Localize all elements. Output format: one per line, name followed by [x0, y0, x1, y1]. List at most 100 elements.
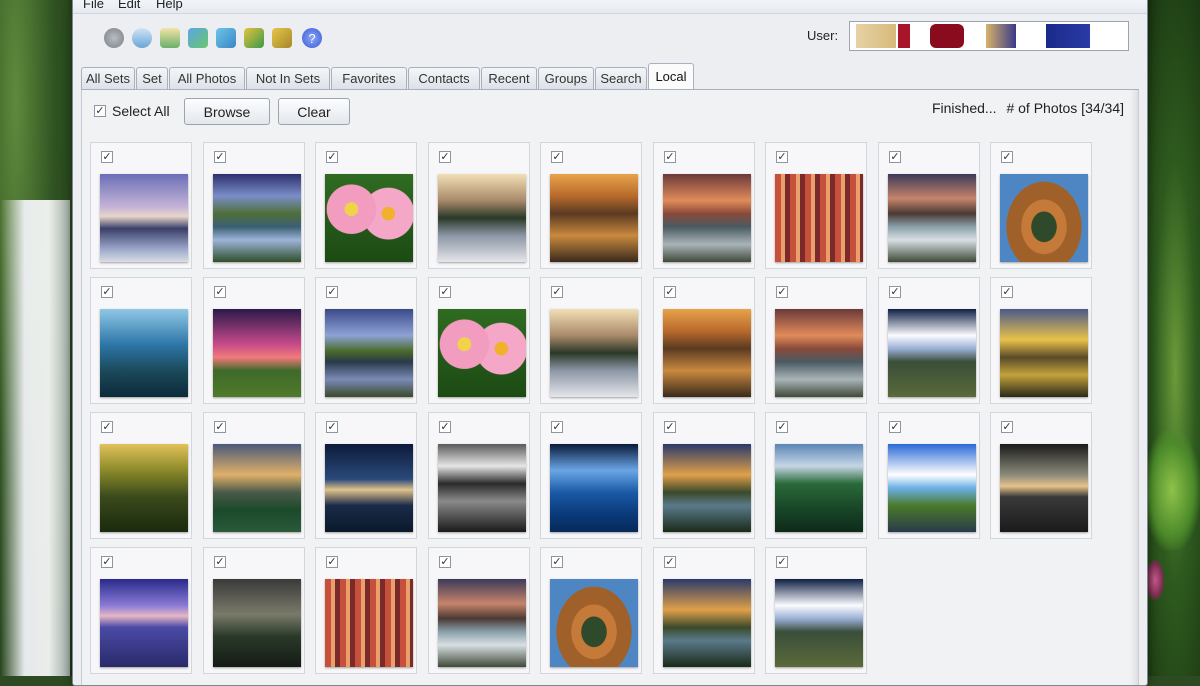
photo-tile[interactable]: ✓ — [765, 412, 867, 539]
photo-tile[interactable]: ✓ — [203, 412, 305, 539]
photo-checkbox[interactable]: ✓ — [326, 151, 338, 163]
photo-thumbnail[interactable] — [775, 174, 863, 262]
download-icon[interactable] — [216, 28, 236, 48]
photo-thumbnail[interactable] — [775, 579, 863, 667]
clear-button[interactable]: Clear — [278, 98, 350, 125]
photo-thumbnail[interactable] — [100, 579, 188, 667]
photo-tile[interactable]: ✓ — [990, 277, 1092, 404]
photo-thumbnail[interactable] — [1000, 174, 1088, 262]
photo-thumbnail[interactable] — [100, 444, 188, 532]
photo-thumbnail[interactable] — [888, 309, 976, 397]
photo-checkbox[interactable]: ✓ — [664, 286, 676, 298]
photo-checkbox[interactable]: ✓ — [776, 286, 788, 298]
photo-thumbnail[interactable] — [550, 309, 638, 397]
photo-checkbox[interactable]: ✓ — [664, 151, 676, 163]
tab-set[interactable]: Set — [136, 67, 168, 89]
photo-thumbnail[interactable] — [438, 174, 526, 262]
photo-checkbox[interactable]: ✓ — [664, 556, 676, 568]
tab-all-photos[interactable]: All Photos — [169, 67, 245, 89]
photo-tile[interactable]: ✓ — [315, 412, 417, 539]
photo-checkbox[interactable]: ✓ — [214, 421, 226, 433]
photo-thumbnail[interactable] — [888, 444, 976, 532]
photo-checkbox[interactable]: ✓ — [326, 556, 338, 568]
photo-tile[interactable]: ✓ — [878, 277, 980, 404]
photo-tile[interactable]: ✓ — [428, 277, 530, 404]
tab-contacts[interactable]: Contacts — [408, 67, 480, 89]
photo-tile[interactable]: ✓ — [765, 142, 867, 269]
photo-thumbnail[interactable] — [888, 174, 976, 262]
photo-thumbnail[interactable] — [213, 174, 301, 262]
photo-tile[interactable]: ✓ — [878, 142, 980, 269]
photo-thumbnail[interactable] — [550, 579, 638, 667]
photo-tile[interactable]: ✓ — [653, 277, 755, 404]
photo-checkbox[interactable]: ✓ — [776, 151, 788, 163]
photo-checkbox[interactable]: ✓ — [776, 556, 788, 568]
search-people-icon[interactable] — [132, 28, 152, 48]
photo-thumbnail[interactable] — [775, 309, 863, 397]
photo-checkbox[interactable]: ✓ — [776, 421, 788, 433]
menu-help[interactable]: Help — [156, 0, 183, 11]
photo-tile[interactable]: ✓ — [765, 547, 867, 674]
photo-tile[interactable]: ✓ — [540, 142, 642, 269]
photo-checkbox[interactable]: ✓ — [214, 151, 226, 163]
photo-checkbox[interactable]: ✓ — [101, 421, 113, 433]
photo-thumbnail[interactable] — [438, 579, 526, 667]
photo-tile[interactable]: ✓ — [90, 547, 192, 674]
photo-thumbnail[interactable] — [325, 174, 413, 262]
photo-tile[interactable]: ✓ — [203, 277, 305, 404]
photo-checkbox[interactable]: ✓ — [664, 421, 676, 433]
photo-checkbox[interactable]: ✓ — [1001, 286, 1013, 298]
menu-file[interactable]: File — [83, 0, 104, 11]
photo-thumbnail[interactable] — [438, 444, 526, 532]
photo-tile[interactable]: ✓ — [90, 142, 192, 269]
photo-thumbnail[interactable] — [100, 309, 188, 397]
photo-tile[interactable]: ✓ — [315, 142, 417, 269]
photo-tile[interactable]: ✓ — [428, 412, 530, 539]
photo-checkbox[interactable]: ✓ — [214, 286, 226, 298]
photo-checkbox[interactable]: ✓ — [214, 556, 226, 568]
photo-checkbox[interactable]: ✓ — [439, 421, 451, 433]
photo-checkbox[interactable]: ✓ — [439, 556, 451, 568]
photo-tile[interactable]: ✓ — [540, 412, 642, 539]
photo-tile[interactable]: ✓ — [428, 142, 530, 269]
photo-checkbox[interactable]: ✓ — [889, 151, 901, 163]
tab-recent[interactable]: Recent — [481, 67, 537, 89]
photo-checkbox[interactable]: ✓ — [101, 151, 113, 163]
photo-thumbnail[interactable] — [325, 309, 413, 397]
photo-checkbox[interactable]: ✓ — [1001, 421, 1013, 433]
photo-thumbnail[interactable] — [213, 309, 301, 397]
photo-tile[interactable]: ✓ — [653, 547, 755, 674]
photo-tile[interactable]: ✓ — [653, 142, 755, 269]
photo-thumbnail[interactable] — [100, 174, 188, 262]
tab-search[interactable]: Search — [595, 67, 647, 89]
photo-thumbnail[interactable] — [550, 444, 638, 532]
photo-checkbox[interactable]: ✓ — [551, 151, 563, 163]
photo-tile[interactable]: ✓ — [540, 277, 642, 404]
photo-tile[interactable]: ✓ — [878, 412, 980, 539]
help-icon[interactable]: ? — [302, 28, 322, 48]
photo-checkbox[interactable]: ✓ — [889, 286, 901, 298]
photo-tile[interactable]: ✓ — [540, 547, 642, 674]
photo-checkbox[interactable]: ✓ — [101, 556, 113, 568]
photo-checkbox[interactable]: ✓ — [551, 421, 563, 433]
photo-checkbox[interactable]: ✓ — [326, 286, 338, 298]
photo-tile[interactable]: ✓ — [203, 142, 305, 269]
photo-checkbox[interactable]: ✓ — [439, 286, 451, 298]
photo-thumbnail[interactable] — [663, 579, 751, 667]
photo-checkbox[interactable]: ✓ — [889, 421, 901, 433]
tab-groups[interactable]: Groups — [538, 67, 594, 89]
user-field[interactable] — [849, 21, 1129, 51]
upload-icon[interactable] — [188, 28, 208, 48]
photo-thumbnail[interactable] — [663, 174, 751, 262]
photo-tile[interactable]: ✓ — [90, 277, 192, 404]
select-all-checkbox[interactable]: ✓ — [94, 105, 106, 117]
tab-all-sets[interactable]: All Sets — [81, 67, 135, 89]
photo-tile[interactable]: ✓ — [990, 142, 1092, 269]
photo-checkbox[interactable]: ✓ — [551, 556, 563, 568]
photo-tile[interactable]: ✓ — [428, 547, 530, 674]
photo-thumbnail[interactable] — [550, 174, 638, 262]
browse-button[interactable]: Browse — [184, 98, 270, 125]
photo-thumbnail[interactable] — [325, 444, 413, 532]
photo-thumbnail[interactable] — [1000, 444, 1088, 532]
photo-checkbox[interactable]: ✓ — [439, 151, 451, 163]
